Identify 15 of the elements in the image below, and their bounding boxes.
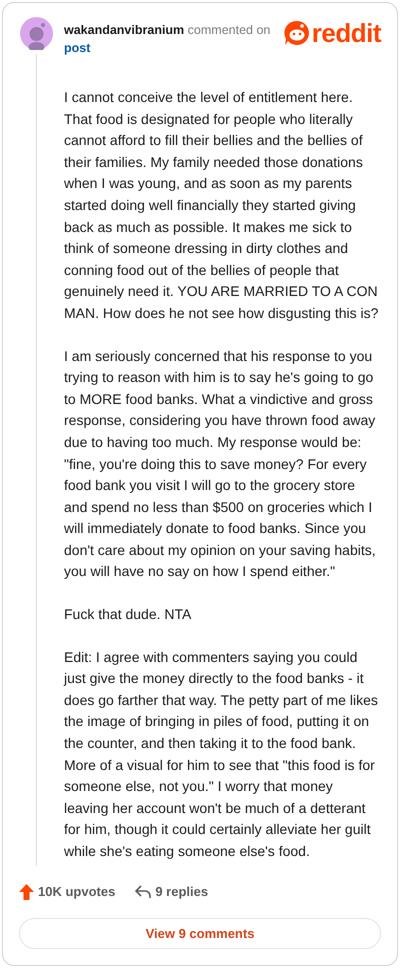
author-name[interactable]: wakandanvibranium	[64, 23, 184, 37]
snoo-icon	[284, 20, 310, 46]
comment-paragraph: Fuck that dude. NTA	[64, 605, 192, 624]
action-text: commented on	[188, 23, 270, 37]
view-comments-button[interactable]: View 9 comments	[19, 918, 381, 949]
upvote-count: 10K upvotes	[38, 883, 116, 902]
avatar-icon	[20, 17, 52, 50]
upvote-icon[interactable]	[19, 884, 34, 900]
reply-count: 9 replies	[155, 883, 208, 902]
post-link[interactable]: post	[64, 41, 90, 55]
comment-paragraph: Edit: I agree with commenters saying you could just give the money directly to the food banks - it does go farther that way. The petty part of me likes the image of bringing in piles of food, putting it on the counter, and then taking it to the food bank. More of a visual for him to see that "this food is for someone else, not you." I worry that money leaving her account won't be much of a detterant for him, though it could certainly alleviate her guilt while she's eating someone else's food.	[64, 648, 379, 861]
logo-text: reddit	[312, 20, 381, 46]
reply-icon[interactable]	[135, 885, 152, 899]
comment-paragraph: I cannot conceive the level of entitlement here. That food is designated for people who literally cannot afford to fill their bellies and the bellies of their families. My family needed those donations when I was young, and as soon as my parents started doing well financially they started giving back as much as possible. It makes me sick to think of someone dressing in dirty clothes and conning food out of the bellies of people that genuinely need it. YOU ARE MARRIED TO A CON MAN. How does he not see how disgusting this is?	[64, 88, 380, 323]
comment-paragraph: I am seriously concerned that his response to you trying to reason with him is to say he's going to go to MORE food banks. What a vindictive and gross response, considering you have thrown food away due to having too much. My response would be: "fine, you're doing this to save money? For every food bank you visit I will go to the grocery store and spend no less than $500 on groceries which I will immediately donate to food banks. Since you don't care about my opinion on your saving habits, you will have no say on how I spend either."	[64, 346, 377, 582]
